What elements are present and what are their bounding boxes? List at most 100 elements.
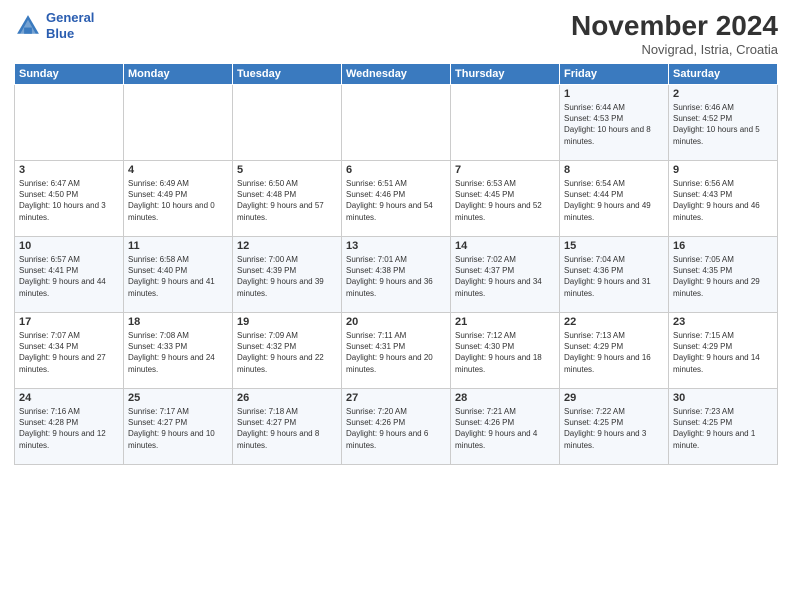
day-info: Sunrise: 6:51 AM Sunset: 4:46 PM Dayligh… xyxy=(346,178,446,223)
day-number: 2 xyxy=(673,88,773,100)
day-info: Sunrise: 6:46 AM Sunset: 4:52 PM Dayligh… xyxy=(673,102,773,147)
day-number: 8 xyxy=(564,164,664,176)
day-number: 25 xyxy=(128,392,228,404)
day-info: Sunrise: 6:49 AM Sunset: 4:49 PM Dayligh… xyxy=(128,178,228,223)
day-info: Sunrise: 7:21 AM Sunset: 4:26 PM Dayligh… xyxy=(455,406,555,451)
calendar-cell: 12 Sunrise: 7:00 AM Sunset: 4:39 PM Dayli… xyxy=(233,237,342,313)
day-number: 29 xyxy=(564,392,664,404)
calendar-cell: 23 Sunrise: 7:15 AM Sunset: 4:29 PM Dayli… xyxy=(669,313,778,389)
weekday-header-sunday: Sunday xyxy=(15,64,124,85)
day-number: 16 xyxy=(673,240,773,252)
day-number: 12 xyxy=(237,240,337,252)
calendar-week-4: 17 Sunrise: 7:07 AM Sunset: 4:34 PM Dayli… xyxy=(15,313,778,389)
day-info: Sunrise: 7:17 AM Sunset: 4:27 PM Dayligh… xyxy=(128,406,228,451)
day-info: Sunrise: 6:47 AM Sunset: 4:50 PM Dayligh… xyxy=(19,178,119,223)
day-number: 1 xyxy=(564,88,664,100)
weekday-header-thursday: Thursday xyxy=(451,64,560,85)
day-info: Sunrise: 7:16 AM Sunset: 4:28 PM Dayligh… xyxy=(19,406,119,451)
weekday-header-row: SundayMondayTuesdayWednesdayThursdayFrid… xyxy=(15,64,778,85)
calendar-cell: 7 Sunrise: 6:53 AM Sunset: 4:45 PM Daylig… xyxy=(451,161,560,237)
day-number: 19 xyxy=(237,316,337,328)
day-number: 13 xyxy=(346,240,446,252)
calendar-cell: 2 Sunrise: 6:46 AM Sunset: 4:52 PM Daylig… xyxy=(669,85,778,161)
calendar-cell xyxy=(15,85,124,161)
calendar-cell: 9Sunrise: 6:56 AM Sunset: 4:43 PM Daylig… xyxy=(669,161,778,237)
day-number: 26 xyxy=(237,392,337,404)
weekday-header-monday: Monday xyxy=(124,64,233,85)
day-info: Sunrise: 7:22 AM Sunset: 4:25 PM Dayligh… xyxy=(564,406,664,451)
calendar-week-5: 24 Sunrise: 7:16 AM Sunset: 4:28 PM Dayli… xyxy=(15,389,778,465)
day-number: 11 xyxy=(128,240,228,252)
day-info: Sunrise: 6:58 AM Sunset: 4:40 PM Dayligh… xyxy=(128,254,228,299)
calendar-cell: 21Sunrise: 7:12 AM Sunset: 4:30 PM Dayli… xyxy=(451,313,560,389)
day-info: Sunrise: 7:08 AM Sunset: 4:33 PM Dayligh… xyxy=(128,330,228,375)
logo-text: General Blue xyxy=(46,10,94,41)
day-info: Sunrise: 7:13 AM Sunset: 4:29 PM Dayligh… xyxy=(564,330,664,375)
day-info: Sunrise: 6:56 AM Sunset: 4:43 PM Dayligh… xyxy=(673,178,773,223)
page-header: General Blue November 2024 Novigrad, Ist… xyxy=(14,10,778,57)
calendar-cell: 17 Sunrise: 7:07 AM Sunset: 4:34 PM Dayli… xyxy=(15,313,124,389)
location-subtitle: Novigrad, Istria, Croatia xyxy=(571,42,778,57)
day-number: 15 xyxy=(564,240,664,252)
day-info: Sunrise: 7:15 AM Sunset: 4:29 PM Dayligh… xyxy=(673,330,773,375)
day-info: Sunrise: 7:00 AM Sunset: 4:39 PM Dayligh… xyxy=(237,254,337,299)
day-info: Sunrise: 7:05 AM Sunset: 4:35 PM Dayligh… xyxy=(673,254,773,299)
logo-line2: Blue xyxy=(46,26,94,42)
day-info: Sunrise: 6:54 AM Sunset: 4:44 PM Dayligh… xyxy=(564,178,664,223)
calendar-cell: 26 Sunrise: 7:18 AM Sunset: 4:27 PM Dayli… xyxy=(233,389,342,465)
day-number: 5 xyxy=(237,164,337,176)
calendar-cell: 24 Sunrise: 7:16 AM Sunset: 4:28 PM Dayli… xyxy=(15,389,124,465)
calendar-cell: 30Sunrise: 7:23 AM Sunset: 4:25 PM Dayli… xyxy=(669,389,778,465)
day-info: Sunrise: 7:01 AM Sunset: 4:38 PM Dayligh… xyxy=(346,254,446,299)
logo-icon xyxy=(14,12,42,40)
day-number: 17 xyxy=(19,316,119,328)
day-info: Sunrise: 6:57 AM Sunset: 4:41 PM Dayligh… xyxy=(19,254,119,299)
calendar-cell: 3 Sunrise: 6:47 AM Sunset: 4:50 PM Daylig… xyxy=(15,161,124,237)
calendar-cell: 11 Sunrise: 6:58 AM Sunset: 4:40 PM Dayli… xyxy=(124,237,233,313)
calendar-cell: 19 Sunrise: 7:09 AM Sunset: 4:32 PM Dayli… xyxy=(233,313,342,389)
calendar-table: SundayMondayTuesdayWednesdayThursdayFrid… xyxy=(14,63,778,465)
calendar-cell: 5 Sunrise: 6:50 AM Sunset: 4:48 PM Daylig… xyxy=(233,161,342,237)
day-number: 23 xyxy=(673,316,773,328)
day-info: Sunrise: 7:18 AM Sunset: 4:27 PM Dayligh… xyxy=(237,406,337,451)
day-info: Sunrise: 6:50 AM Sunset: 4:48 PM Dayligh… xyxy=(237,178,337,223)
day-info: Sunrise: 6:53 AM Sunset: 4:45 PM Dayligh… xyxy=(455,178,555,223)
day-number: 24 xyxy=(19,392,119,404)
month-title: November 2024 xyxy=(571,10,778,42)
day-number: 14 xyxy=(455,240,555,252)
calendar-cell: 22Sunrise: 7:13 AM Sunset: 4:29 PM Dayli… xyxy=(560,313,669,389)
day-number: 27 xyxy=(346,392,446,404)
day-info: Sunrise: 7:23 AM Sunset: 4:25 PM Dayligh… xyxy=(673,406,773,451)
calendar-week-2: 3 Sunrise: 6:47 AM Sunset: 4:50 PM Daylig… xyxy=(15,161,778,237)
day-number: 10 xyxy=(19,240,119,252)
weekday-header-wednesday: Wednesday xyxy=(342,64,451,85)
calendar-cell xyxy=(342,85,451,161)
day-info: Sunrise: 7:04 AM Sunset: 4:36 PM Dayligh… xyxy=(564,254,664,299)
weekday-header-tuesday: Tuesday xyxy=(233,64,342,85)
day-info: Sunrise: 7:20 AM Sunset: 4:26 PM Dayligh… xyxy=(346,406,446,451)
weekday-header-friday: Friday xyxy=(560,64,669,85)
calendar-cell xyxy=(451,85,560,161)
calendar-cell: 28 Sunrise: 7:21 AM Sunset: 4:26 PM Dayli… xyxy=(451,389,560,465)
calendar-cell: 8 Sunrise: 6:54 AM Sunset: 4:44 PM Daylig… xyxy=(560,161,669,237)
calendar-week-1: 1Sunrise: 6:44 AM Sunset: 4:53 PM Daylig… xyxy=(15,85,778,161)
title-block: November 2024 Novigrad, Istria, Croatia xyxy=(571,10,778,57)
day-info: Sunrise: 7:09 AM Sunset: 4:32 PM Dayligh… xyxy=(237,330,337,375)
calendar-cell: 27 Sunrise: 7:20 AM Sunset: 4:26 PM Dayli… xyxy=(342,389,451,465)
day-info: Sunrise: 7:11 AM Sunset: 4:31 PM Dayligh… xyxy=(346,330,446,375)
calendar-cell: 6 Sunrise: 6:51 AM Sunset: 4:46 PM Daylig… xyxy=(342,161,451,237)
day-number: 28 xyxy=(455,392,555,404)
calendar-cell: 29 Sunrise: 7:22 AM Sunset: 4:25 PM Dayli… xyxy=(560,389,669,465)
calendar-cell: 15 Sunrise: 7:04 AM Sunset: 4:36 PM Dayli… xyxy=(560,237,669,313)
day-number: 6 xyxy=(346,164,446,176)
day-number: 4 xyxy=(128,164,228,176)
logo: General Blue xyxy=(14,10,94,41)
day-number: 21 xyxy=(455,316,555,328)
day-number: 7 xyxy=(455,164,555,176)
weekday-header-saturday: Saturday xyxy=(669,64,778,85)
day-number: 3 xyxy=(19,164,119,176)
calendar-cell: 14Sunrise: 7:02 AM Sunset: 4:37 PM Dayli… xyxy=(451,237,560,313)
day-info: Sunrise: 7:07 AM Sunset: 4:34 PM Dayligh… xyxy=(19,330,119,375)
calendar-cell: 18Sunrise: 7:08 AM Sunset: 4:33 PM Dayli… xyxy=(124,313,233,389)
calendar-cell: 13 Sunrise: 7:01 AM Sunset: 4:38 PM Dayli… xyxy=(342,237,451,313)
